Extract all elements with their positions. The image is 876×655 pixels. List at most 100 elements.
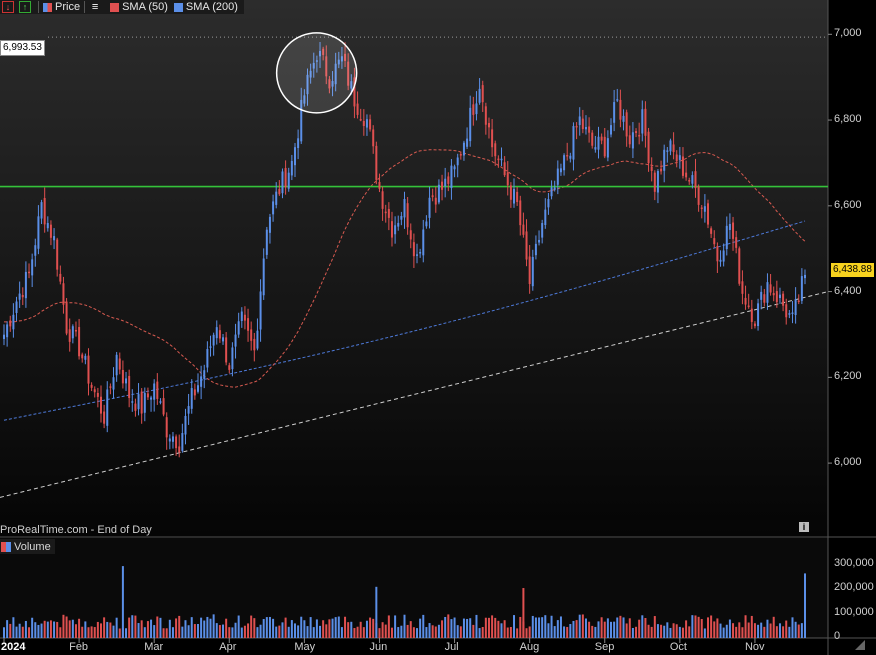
price-panel	[0, 0, 828, 536]
volume-bar	[181, 626, 184, 638]
volume-tick-label: 0	[834, 630, 841, 642]
volume-bar	[412, 627, 415, 638]
volume-bar	[18, 623, 21, 638]
volume-bar	[109, 622, 112, 638]
volume-bar	[453, 617, 456, 638]
volume-bar	[49, 620, 52, 638]
candle-body	[688, 180, 691, 182]
candle-body	[18, 293, 21, 300]
time-tick-label: Oct	[669, 641, 687, 653]
candle-body	[12, 314, 15, 330]
volume-bar	[744, 615, 747, 638]
volume-bar	[222, 624, 225, 638]
candle-body	[613, 102, 616, 123]
volume-bar	[572, 620, 575, 638]
volume-bar	[584, 618, 587, 638]
volume-bar	[62, 614, 65, 638]
menu-icon[interactable]: ≡	[89, 1, 101, 13]
candle-body	[732, 222, 735, 239]
candle-body	[203, 370, 206, 379]
chart-canvas[interactable]	[0, 0, 876, 655]
candle-body	[297, 138, 300, 149]
volume-bar	[206, 616, 209, 638]
candle-body	[165, 417, 168, 438]
volume-bar	[334, 617, 337, 638]
candle-body	[74, 330, 77, 332]
volume-bar	[547, 623, 550, 638]
volume-bar	[506, 627, 509, 638]
candle-body	[775, 291, 778, 303]
volume-bar	[406, 624, 409, 638]
volume-bar	[713, 621, 716, 638]
volume-bar	[81, 626, 84, 638]
price-label[interactable]: Price	[55, 1, 80, 13]
volume-bar	[59, 627, 62, 638]
volume-label[interactable]: Volume	[14, 541, 51, 553]
volume-bar	[178, 615, 181, 638]
candle-body	[594, 147, 597, 150]
candle-body	[43, 198, 46, 225]
sma50-label[interactable]: SMA (50)	[122, 1, 168, 13]
info-icon[interactable]: i	[799, 522, 809, 532]
volume-bar	[594, 626, 597, 638]
volume-bar	[369, 617, 372, 638]
volume-bar	[466, 618, 469, 638]
candle-body	[240, 311, 243, 322]
candle-body	[528, 256, 531, 284]
volume-bar	[635, 626, 638, 638]
candle-body	[591, 132, 594, 146]
volume-bar	[303, 620, 306, 638]
volume-bar	[538, 617, 541, 638]
volume-bar	[12, 617, 15, 638]
volume-bar	[628, 618, 631, 638]
volume-bar	[760, 622, 763, 638]
volume-bar	[575, 620, 578, 638]
candle-body	[253, 338, 256, 351]
candle-body	[691, 175, 694, 184]
arrow-up-icon[interactable]: ↑	[19, 1, 31, 13]
candle-body	[112, 377, 115, 390]
arrow-down-icon[interactable]: ↓	[2, 1, 14, 13]
volume-bar	[622, 617, 625, 638]
candle-body	[437, 184, 440, 203]
candle-body	[71, 326, 74, 339]
candle-body	[788, 313, 791, 315]
volume-bar	[234, 622, 237, 638]
volume-bar	[56, 621, 59, 638]
volume-bar	[87, 627, 90, 638]
candle-body	[616, 99, 619, 101]
resize-corner-icon[interactable]	[855, 640, 865, 650]
candle-body	[697, 186, 700, 205]
candle-body	[450, 165, 453, 189]
sma200-label[interactable]: SMA (200)	[186, 1, 238, 13]
price-tick-label: 6,200	[834, 370, 862, 383]
candle-body	[750, 308, 753, 322]
candle-body	[243, 314, 246, 321]
candle-body	[137, 394, 140, 410]
volume-bar	[700, 619, 703, 638]
candle-body	[553, 187, 556, 190]
candle-body	[28, 271, 31, 274]
volume-bar	[156, 616, 159, 638]
candle-body	[168, 438, 171, 442]
candle-body	[559, 168, 562, 173]
legend-divider	[84, 1, 86, 13]
candle-body	[566, 154, 569, 157]
volume-bar	[791, 617, 794, 638]
chart-legend: ↓ ↑ Price ≡ SMA (50) SMA (200)	[0, 0, 244, 14]
candle-body	[622, 115, 625, 122]
volume-bar	[90, 626, 93, 638]
volume-bar	[281, 622, 284, 638]
volume-bar	[143, 627, 146, 638]
candle-body	[644, 108, 647, 136]
volume-bar	[588, 621, 591, 638]
volume-bar	[769, 623, 772, 638]
period-high-tag: 6,993.53	[0, 40, 45, 56]
volume-bar	[753, 623, 756, 638]
volume-bar	[275, 626, 278, 638]
volume-bar	[641, 615, 644, 638]
candle-body	[669, 140, 672, 152]
candle-body	[40, 202, 43, 219]
candle-body	[441, 181, 444, 190]
volume-bar	[243, 625, 246, 638]
